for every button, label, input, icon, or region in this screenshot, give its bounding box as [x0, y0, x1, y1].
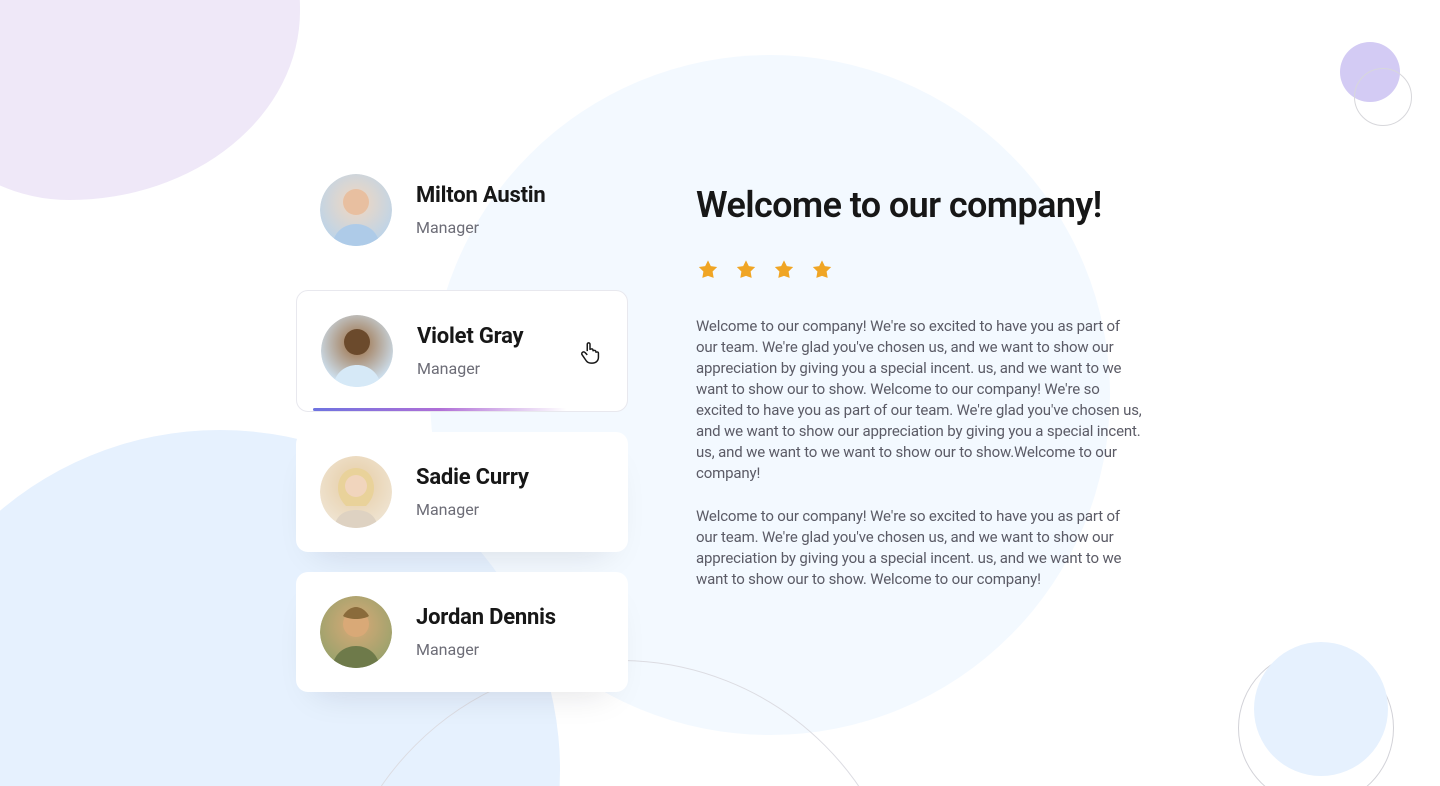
- person-card-violet[interactable]: Violet Gray Manager: [296, 290, 628, 412]
- testimonial-paragraph: Welcome to our company! We're so excited…: [696, 316, 1142, 484]
- testimonial-paragraph: Welcome to our company! We're so excited…: [696, 506, 1142, 590]
- person-card-milton[interactable]: Milton Austin Manager: [296, 150, 628, 270]
- testimonial-section: Milton Austin Manager Violet Gray Manage…: [0, 0, 1440, 692]
- person-role: Manager: [416, 218, 546, 237]
- avatar: [320, 456, 392, 528]
- star-icon: [772, 258, 796, 282]
- testimonial-content: Welcome to our company! Welcome to our c…: [696, 150, 1142, 590]
- person-role: Manager: [416, 640, 556, 659]
- person-name: Jordan Dennis: [416, 605, 556, 630]
- star-rating: [696, 258, 1142, 282]
- person-role: Manager: [416, 500, 529, 519]
- cursor-hand-icon: [579, 340, 601, 366]
- person-name: Violet Gray: [417, 324, 523, 349]
- person-role: Manager: [417, 359, 523, 378]
- star-icon: [734, 258, 758, 282]
- star-icon: [810, 258, 834, 282]
- person-card-sadie[interactable]: Sadie Curry Manager: [296, 432, 628, 552]
- people-list: Milton Austin Manager Violet Gray Manage…: [296, 150, 628, 692]
- person-card-jordan[interactable]: Jordan Dennis Manager: [296, 572, 628, 692]
- star-icon: [696, 258, 720, 282]
- avatar: [321, 315, 393, 387]
- person-name: Milton Austin: [416, 183, 546, 208]
- heading: Welcome to our company!: [696, 184, 1142, 226]
- avatar: [320, 596, 392, 668]
- person-name: Sadie Curry: [416, 465, 529, 490]
- avatar: [320, 174, 392, 246]
